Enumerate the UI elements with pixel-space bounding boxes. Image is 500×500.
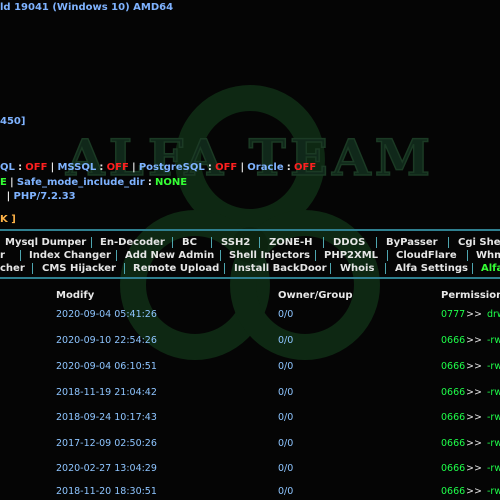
menu-row3-partial[interactable]: cher	[0, 263, 25, 274]
modify-date: 2020-09-04 06:10:51	[56, 361, 157, 372]
column-header-owner-group[interactable]: Owner/Group	[278, 290, 353, 301]
permission-arrow: >>	[466, 463, 482, 474]
menu-remote-upload[interactable]: Remote Upload	[133, 263, 219, 274]
db-mysql-label: QL	[0, 162, 15, 173]
safe-mode-lead: E	[0, 177, 7, 188]
modify-date: 2020-09-10 22:54:26	[56, 335, 157, 346]
column-header-permissions[interactable]: Permissions	[441, 290, 500, 301]
menu-index-changer[interactable]: Index Changer	[29, 250, 111, 261]
permission-string[interactable]: -rw	[487, 438, 500, 449]
table-row: 2018-11-19 21:04:42 0/0 0666 >> -rw	[0, 387, 500, 401]
permission-arrow: >>	[466, 486, 482, 497]
db-oracle-status: OFF	[293, 162, 317, 173]
menu-ssh2[interactable]: SSH2	[221, 237, 250, 248]
permission-string[interactable]: -rw	[487, 335, 500, 346]
menu-bottom-border	[0, 277, 500, 279]
permission-string[interactable]: -rw	[487, 463, 500, 474]
permission-arrow: >>	[466, 309, 482, 320]
table-row: 2020-02-27 13:04:29 0/0 0666 >> -rw	[0, 463, 500, 477]
owner-group: 0/0	[278, 438, 294, 449]
table-row: 2018-09-24 10:17:43 0/0 0666 >> -rw	[0, 412, 500, 426]
menu-cms-hijacker[interactable]: CMS Hijacker	[42, 263, 116, 274]
safe-mode-include-value: NONE	[155, 177, 188, 188]
safe-mode-include-label: Safe_mode_include_dir	[16, 177, 145, 188]
db-postgresql-label: PostgreSQL	[138, 162, 205, 173]
column-header-modify[interactable]: Modify	[56, 290, 94, 301]
owner-group: 0/0	[278, 387, 294, 398]
menu-install-backdoor[interactable]: Install BackDoor	[234, 263, 327, 274]
table-row: 2020-09-04 05:41:26 0/0 0777 >> drw	[0, 309, 500, 323]
table-row: 2018-11-20 18:30:51 0/0 0666 >> -rw	[0, 486, 500, 500]
owner-group: 0/0	[278, 486, 294, 497]
permission-octal[interactable]: 0666	[441, 438, 465, 449]
permission-string[interactable]: -rw	[487, 486, 500, 497]
permission-string[interactable]: -rw	[487, 387, 500, 398]
menu-cgi-shell[interactable]: Cgi Shell	[458, 237, 500, 248]
permission-arrow: >>	[466, 387, 482, 398]
modify-date: 2018-09-24 10:17:43	[56, 412, 157, 423]
db-oracle-label: Oracle	[247, 162, 284, 173]
modify-date: 2018-11-20 18:30:51	[56, 486, 157, 497]
uname-line: ld 19041 (Windows 10) AMD64	[0, 2, 174, 13]
port-fragment: 450]	[0, 116, 26, 127]
database-status-line: QL : OFF | MSSQL : OFF | PostgreSQL : OF…	[0, 162, 317, 173]
php-version-line: | PHP/7.2.33	[6, 191, 76, 202]
permission-arrow: >>	[466, 412, 482, 423]
permission-octal[interactable]: 0666	[441, 486, 465, 497]
table-row: 2017-12-09 02:50:26 0/0 0666 >> -rw	[0, 438, 500, 452]
modify-date: 2017-12-09 02:50:26	[56, 438, 157, 449]
owner-group: 0/0	[278, 335, 294, 346]
menu-whois[interactable]: Whois	[340, 263, 374, 274]
db-mysql-status: OFF	[25, 162, 48, 173]
modify-date: 2018-11-19 21:04:42	[56, 387, 157, 398]
permission-string[interactable]: -rw	[487, 412, 500, 423]
menu-row-1: Mysql Dumper En-Decoder BC SSH2 ZONE-H D…	[0, 237, 500, 249]
menu-bc[interactable]: BC	[182, 237, 197, 248]
owner-group: 0/0	[278, 361, 294, 372]
table-row: 2020-09-04 06:10:51 0/0 0666 >> -rw	[0, 361, 500, 375]
owner-group: 0/0	[278, 309, 294, 320]
menu-alfa-settings[interactable]: Alfa Settings	[395, 263, 468, 274]
permission-octal[interactable]: 0666	[441, 387, 465, 398]
db-postgresql-status: OFF	[215, 162, 238, 173]
menu-row-2: r Index Changer Add New Admin Shell Inje…	[0, 250, 500, 262]
permission-string[interactable]: -rw	[487, 361, 500, 372]
modify-date: 2020-09-04 05:41:26	[56, 309, 157, 320]
table-row: 2020-09-10 22:54:26 0/0 0666 >> -rw	[0, 335, 500, 349]
menu-row2-partial[interactable]: r	[0, 250, 5, 261]
menu-bypasser[interactable]: ByPasser	[386, 237, 438, 248]
owner-group: 0/0	[278, 412, 294, 423]
menu-en-decoder[interactable]: En-Decoder	[100, 237, 165, 248]
menu-ddos[interactable]: DDOS	[333, 237, 365, 248]
menu-cloudflare[interactable]: CloudFlare	[396, 250, 457, 261]
permission-arrow: >>	[466, 335, 482, 346]
safe-mode-line: E | Safe_mode_include_dir : NONE	[0, 177, 188, 188]
menu-php2xml[interactable]: PHP2XML	[324, 250, 378, 261]
menu-add-new-admin[interactable]: Add New Admin	[125, 250, 214, 261]
permission-arrow: >>	[466, 361, 482, 372]
menu-shell-injectors[interactable]: Shell Injectors	[229, 250, 310, 261]
permission-octal[interactable]: 0666	[441, 335, 465, 346]
php-version: PHP/7.2.33	[13, 191, 76, 202]
menu-whm[interactable]: Whm	[476, 250, 500, 261]
menu-zone-h[interactable]: ZONE-H	[269, 237, 312, 248]
modify-date: 2020-02-27 13:04:29	[56, 463, 157, 474]
menu-row-3: cher CMS Hijacker Remote Upload Install …	[0, 263, 500, 275]
permission-octal[interactable]: 0666	[441, 361, 465, 372]
permission-arrow: >>	[466, 438, 482, 449]
db-mssql-label: MSSQL	[57, 162, 97, 173]
permission-octal[interactable]: 0777	[441, 309, 465, 320]
menu-top-border	[0, 229, 500, 231]
owner-group: 0/0	[278, 463, 294, 474]
menu-alfa-active[interactable]: Alfa	[481, 263, 500, 274]
permission-octal[interactable]: 0666	[441, 463, 465, 474]
menu-mysql-dumper[interactable]: Mysql Dumper	[5, 237, 86, 248]
shortcut-link[interactable]: K ]	[0, 214, 16, 225]
permission-string[interactable]: drw	[487, 309, 500, 320]
permission-octal[interactable]: 0666	[441, 412, 465, 423]
db-mssql-status: OFF	[106, 162, 129, 173]
